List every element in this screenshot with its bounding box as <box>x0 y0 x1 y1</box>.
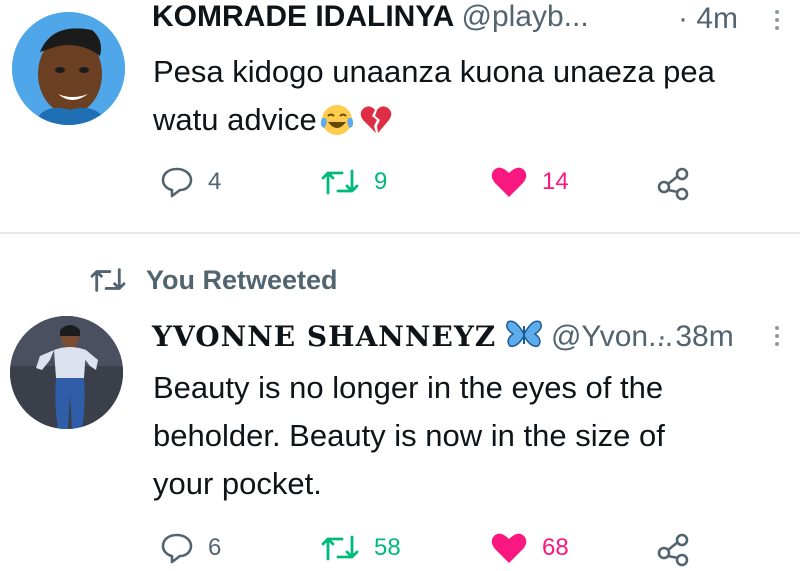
tweet-text-line: Beauty is no longer in the eyes of the <box>153 370 664 405</box>
retweet-button[interactable]: 58 <box>320 531 401 565</box>
retweet-icon <box>321 169 359 195</box>
share-icon <box>657 167 689 201</box>
reply-button[interactable]: 6 <box>160 531 221 565</box>
avatar-illustration <box>12 12 125 125</box>
tweet-text-line: watu advice <box>153 96 793 144</box>
reply-icon <box>161 167 193 198</box>
retweet-context-label[interactable]: You Retweeted <box>146 265 338 296</box>
broken-heart-icon <box>360 106 391 133</box>
like-count: 14 <box>542 168 569 195</box>
like-button[interactable]: 68 <box>490 531 569 565</box>
retweet-count: 9 <box>374 168 388 195</box>
tweet-author[interactable]: KOMRADE IDALINYA @playb... <box>152 0 589 34</box>
tweet-timestamp[interactable]: · 38m <box>657 320 734 354</box>
butterfly-icon <box>505 320 542 348</box>
avatar-yvonne[interactable] <box>10 316 123 429</box>
retweet-context: You Retweeted <box>88 264 338 296</box>
retweet-button[interactable]: 9 <box>320 165 387 199</box>
like-icon <box>491 167 527 197</box>
like-icon <box>491 533 527 563</box>
tweet-text: Pesa kidogo unaanza kuona unaeza pea wat… <box>153 48 793 144</box>
share-icon <box>657 533 689 567</box>
author-display-name[interactable]: YVONNE SHANNEYZ <box>152 320 496 353</box>
retweet-count: 58 <box>374 534 401 561</box>
like-button[interactable]: 14 <box>490 165 569 199</box>
tweet-text-line: your pocket. <box>153 466 322 501</box>
author-handle[interactable]: @playb... <box>461 0 588 33</box>
tweet-actions: 4 9 14 <box>0 165 800 205</box>
more-icon[interactable] <box>775 326 781 350</box>
avatar-komrade[interactable] <box>12 12 125 125</box>
tweet-text-line: Pesa kidogo unaanza kuona unaeza pea <box>153 54 715 89</box>
reply-icon <box>161 533 193 564</box>
tweet-text: Beauty is no longer in the eyes of the b… <box>153 364 793 508</box>
like-count: 68 <box>542 534 569 561</box>
tweet-actions: 6 58 68 <box>0 531 800 571</box>
reply-button[interactable]: 4 <box>160 165 221 199</box>
retweet-context-icon <box>90 268 126 292</box>
author-display-name[interactable]: KOMRADE IDALINYA <box>152 0 453 33</box>
reply-count: 6 <box>208 534 222 561</box>
share-button[interactable] <box>655 165 691 201</box>
reply-count: 4 <box>208 168 222 195</box>
share-button[interactable] <box>655 531 691 567</box>
face-with-tears-of-joy-icon <box>320 105 353 135</box>
author-handle[interactable]: @Yvon... <box>551 320 673 353</box>
more-icon[interactable] <box>775 10 781 34</box>
tweet-2[interactable]: You Retweeted YVONNE SHANNEYZ @Yvon... ·… <box>0 234 800 571</box>
tweet-author[interactable]: YVONNE SHANNEYZ @Yvon... <box>152 318 673 354</box>
avatar-photo <box>10 316 123 429</box>
tweet-timestamp[interactable]: · 4m <box>678 2 738 36</box>
tweet-text-line: beholder. Beauty is now in the size of <box>153 418 665 453</box>
retweet-icon <box>321 535 359 561</box>
tweet-text-line-content: watu advice <box>153 102 317 137</box>
tweet-1[interactable]: KOMRADE IDALINYA @playb... · 4m Pesa kid… <box>0 0 800 232</box>
